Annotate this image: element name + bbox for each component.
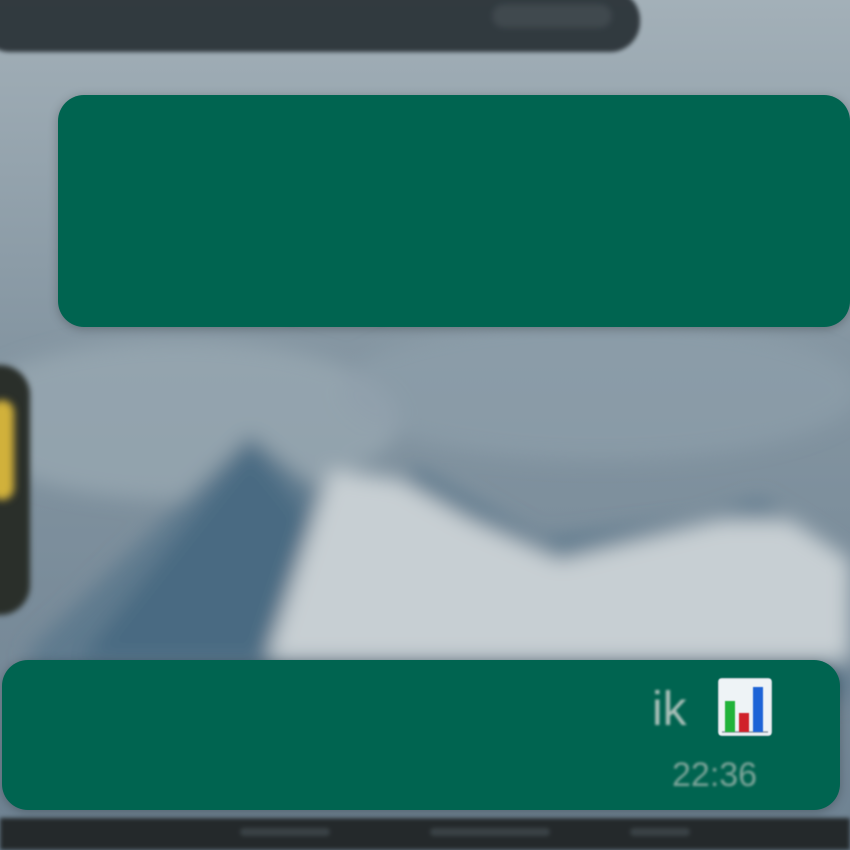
message-text-tail: ik (652, 683, 687, 736)
pinned-message-indicator (492, 4, 612, 28)
pinned-message-bar[interactable] (0, 0, 640, 52)
message-text (24, 678, 704, 748)
input-placeholder (630, 828, 690, 836)
bar-chart-icon (718, 678, 772, 736)
message-text (88, 115, 808, 313)
avatar-icon (0, 400, 14, 500)
chat-screen: ik 22:36 (0, 0, 850, 850)
message-input-bar[interactable] (0, 818, 850, 850)
message-bubble[interactable]: ik 22:36 (2, 660, 840, 810)
input-placeholder (240, 828, 330, 836)
input-placeholder (430, 828, 550, 836)
message-bubble[interactable] (58, 95, 850, 327)
message-time: 22:36 (672, 756, 758, 794)
